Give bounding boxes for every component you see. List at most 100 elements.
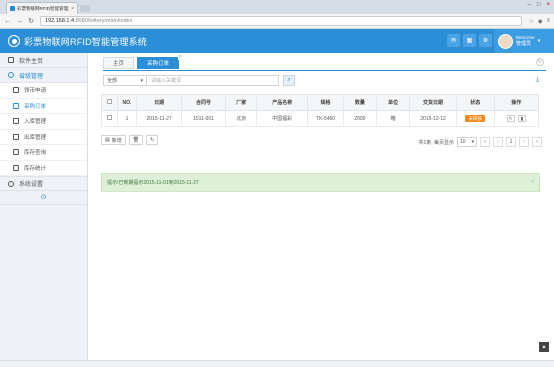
close-window-icon[interactable]: × <box>546 2 550 8</box>
tab-home[interactable]: 主页 <box>103 57 135 69</box>
home-icon <box>8 57 14 63</box>
sidebar-item-home[interactable]: 软件主页 <box>0 53 87 68</box>
close-tab-icon[interactable]: × <box>178 55 182 60</box>
search-placeholder: 请输入关键词 <box>151 78 182 84</box>
add-icon: ▤ <box>105 137 110 143</box>
sidebar-group-province[interactable]: 省级管理 <box>0 68 87 83</box>
column-header[interactable]: 厂家 <box>225 94 258 111</box>
status-select[interactable]: 全部 ▾ <box>103 75 147 86</box>
row-select-cell[interactable] <box>101 110 118 127</box>
cell-contract: 1511-001 <box>180 110 227 127</box>
sidebar-item-label: 采购订单 <box>24 103 47 110</box>
tab-divider <box>103 70 546 71</box>
search-icon: ⌕ <box>287 77 291 83</box>
column-header[interactable]: 单位 <box>375 94 411 111</box>
doc-icon <box>13 164 19 171</box>
first-page-button[interactable]: « <box>480 137 490 147</box>
sidebar-item-purchase-order[interactable]: 采购订单 <box>0 98 87 114</box>
column-header[interactable]: 产品名称 <box>256 94 309 111</box>
current-page[interactable]: 1 <box>506 137 516 147</box>
cell-unit: 箱 <box>375 110 411 127</box>
status-select-value: 全部 <box>107 78 118 84</box>
chevron-up-icon: ▲ <box>541 344 547 350</box>
select-all-cell[interactable] <box>101 94 118 111</box>
sidebar-item-label: 软件主页 <box>19 58 44 65</box>
minimize-icon[interactable]: – <box>528 2 531 8</box>
back-icon[interactable]: ← <box>4 18 11 25</box>
sidebar: 软件主页 省级管理 领币申请 采购订单 入库管理 出库管理 库存查询 库存统计 … <box>0 53 88 360</box>
doc-icon <box>13 118 19 125</box>
sidebar-item-label: 库存查询 <box>24 150 47 157</box>
pagination: 共1条, 每页显示 10 ▾ « ‹ 1 › » <box>418 137 542 147</box>
close-tab-icon[interactable]: × <box>71 6 74 12</box>
column-header[interactable]: 规格 <box>307 94 344 111</box>
sidebar-item-outbound[interactable]: 出库管理 <box>0 129 87 145</box>
calendar-icon[interactable]: ▦ <box>463 34 476 47</box>
forward-icon[interactable]: → <box>16 18 23 25</box>
sidebar-group-settings[interactable]: 系统设置 <box>0 176 87 191</box>
sidebar-item-apply[interactable]: 领币申请 <box>0 83 87 99</box>
add-button[interactable]: ▤ 新增 <box>101 135 126 145</box>
settings-icon[interactable]: ⚙ <box>479 34 492 47</box>
column-header[interactable]: 交货日期 <box>409 94 457 111</box>
reload-table-button[interactable]: ↻ <box>146 135 159 145</box>
page-size-select[interactable]: 10 ▾ <box>457 137 477 147</box>
maximize-icon[interactable]: □ <box>537 2 541 8</box>
avatar <box>498 33 513 49</box>
doc-icon <box>13 133 19 140</box>
column-header[interactable]: NO. <box>116 94 138 111</box>
sidebar-item-label: 出库管理 <box>24 134 47 141</box>
sidebar-item-label: 领币申请 <box>24 88 47 95</box>
column-header[interactable]: 状态 <box>455 94 495 111</box>
search-button[interactable]: ⌕ <box>283 75 295 86</box>
tab-purchase-order[interactable]: 采购订单 × <box>137 55 182 69</box>
sidebar-item-stock-query[interactable]: 库存查询 <box>0 145 87 161</box>
close-icon[interactable]: × <box>531 179 534 185</box>
prev-page-button[interactable]: ‹ <box>493 137 503 147</box>
reload-icon[interactable]: ↻ <box>28 17 34 25</box>
sidebar-group-label: 系统设置 <box>19 182 44 188</box>
expiry-alert: 提示!已到期提示2015-11-01到2015-11-27 × <box>101 173 540 192</box>
logo-icon <box>8 35 20 47</box>
cell-no: 1 <box>116 110 138 127</box>
sidebar-collapse-button[interactable]: ⊙ <box>0 191 87 205</box>
chevron-down-icon: ▾ <box>140 77 143 84</box>
table-row[interactable]: 1 2015-11-27 1511-001 北京 中国福彩 TK-5460 20… <box>101 110 540 127</box>
url-host: 192.168.1.4 <box>45 18 75 24</box>
next-page-button[interactable]: › <box>519 137 529 147</box>
search-input[interactable]: 请输入关键词 <box>147 75 279 86</box>
add-label: 新增 <box>111 137 122 144</box>
gear-icon <box>8 180 14 187</box>
row-checkbox[interactable] <box>106 115 112 120</box>
select-all-checkbox[interactable] <box>106 99 112 104</box>
message-icon[interactable]: ✉ <box>447 34 460 47</box>
browser-tab[interactable]: 彩票物联网RFID智能管理系统 — 采购订单 × <box>6 2 78 14</box>
url-path: :8080/lottery/main/index <box>74 18 133 24</box>
column-header: 操作 <box>493 94 540 111</box>
cell-spec: TK-5460 <box>307 110 344 127</box>
address-bar[interactable]: 192.168.1.4:8080/lottery/main/index <box>40 16 523 26</box>
pager-summary: 共1条, 每页显示 <box>418 139 454 146</box>
chevron-down-icon: ▾ <box>537 38 541 44</box>
delete-selected-button[interactable]: 🗑 <box>128 135 144 145</box>
column-header[interactable]: 合同号 <box>180 94 227 111</box>
refresh-icon[interactable]: ↻ <box>536 58 544 66</box>
bookmark-star-icon[interactable]: ☆ <box>528 18 533 25</box>
scroll-top-button[interactable]: ▲ <box>539 342 549 352</box>
collapse-icon: ⊙ <box>40 194 47 201</box>
new-tab-button[interactable] <box>80 5 90 12</box>
last-page-button[interactable]: » <box>532 137 542 147</box>
sidebar-item-stock-stats[interactable]: 库存统计 <box>0 160 87 176</box>
cell-actions: ✎ ▮ <box>493 110 540 127</box>
sidebar-item-inbound[interactable]: 入库管理 <box>0 114 87 130</box>
user-menu[interactable]: Welcome 管理员 ▾ <box>494 29 554 53</box>
extension-icon[interactable]: ◆ <box>538 18 543 25</box>
delete-button[interactable]: ▮ <box>517 115 526 122</box>
filter-bar: 全部 ▾ 请输入关键词 ⌕ <box>103 75 295 86</box>
menu-icon[interactable]: ≡ <box>546 18 550 25</box>
download-icon[interactable]: ⤓ <box>533 76 542 85</box>
column-header[interactable]: 数量 <box>342 94 378 111</box>
edit-button[interactable]: ✎ <box>506 115 515 122</box>
column-header[interactable]: 日期 <box>136 94 182 111</box>
window-controls: – □ × <box>528 2 550 8</box>
